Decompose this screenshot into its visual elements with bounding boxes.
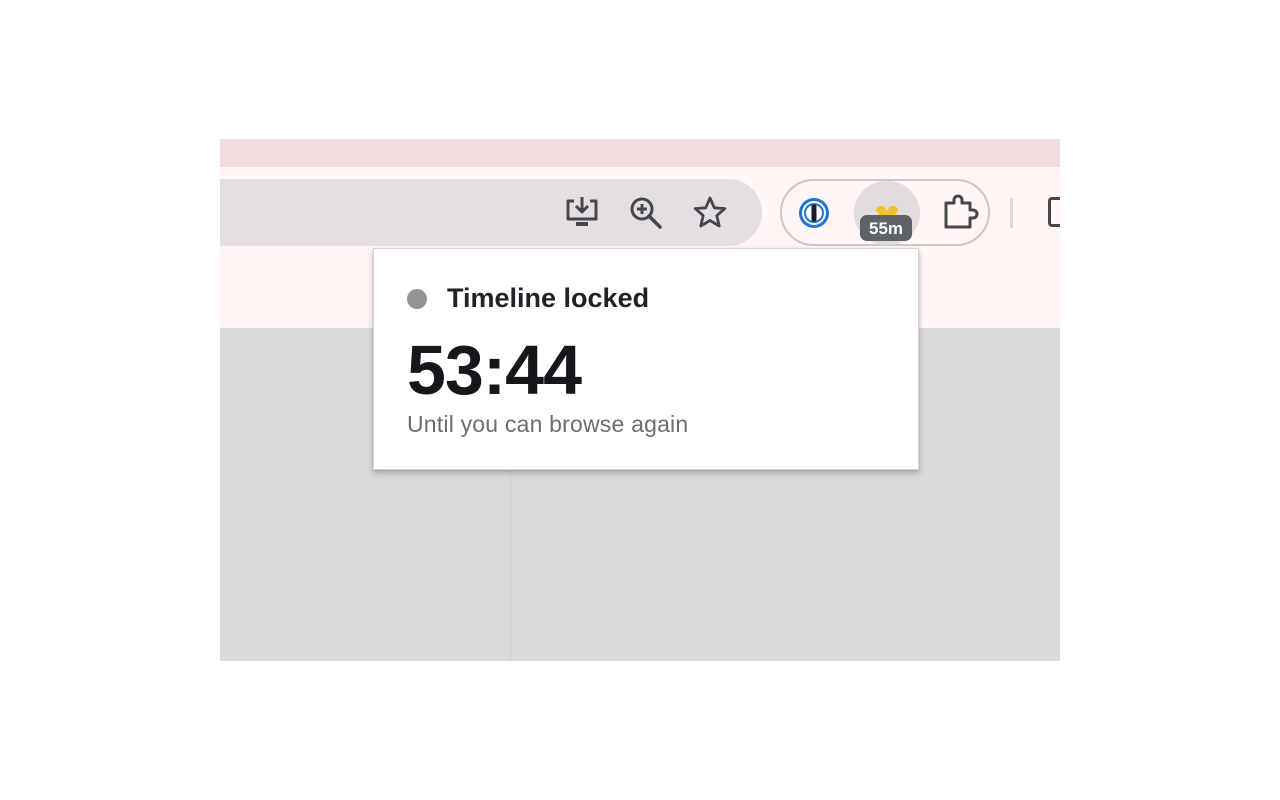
countdown-timer: 53:44 xyxy=(407,331,582,409)
timer-badge: 55m xyxy=(860,215,912,241)
puzzle-piece-icon xyxy=(944,194,979,229)
popup-title: Timeline locked xyxy=(447,283,650,313)
timeline-popup: Timeline locked 53:44 Until you can brow… xyxy=(373,248,919,470)
pinned-extensions-group: 55m xyxy=(780,179,990,246)
extensions-menu-button[interactable] xyxy=(938,191,982,235)
popup-subtitle: Until you can browse again xyxy=(407,411,689,437)
address-bar[interactable] xyxy=(220,179,762,246)
onepassword-icon xyxy=(799,198,829,228)
toolbar-separator xyxy=(1010,198,1013,228)
zoom-in-icon[interactable] xyxy=(628,195,664,231)
onepassword-extension-button[interactable] xyxy=(792,191,836,235)
install-app-icon[interactable] xyxy=(564,195,600,231)
tab-strip xyxy=(220,139,1060,167)
side-panel-icon[interactable] xyxy=(1048,197,1060,227)
status-dot-icon xyxy=(407,289,427,309)
bookmark-star-icon[interactable] xyxy=(692,195,728,231)
